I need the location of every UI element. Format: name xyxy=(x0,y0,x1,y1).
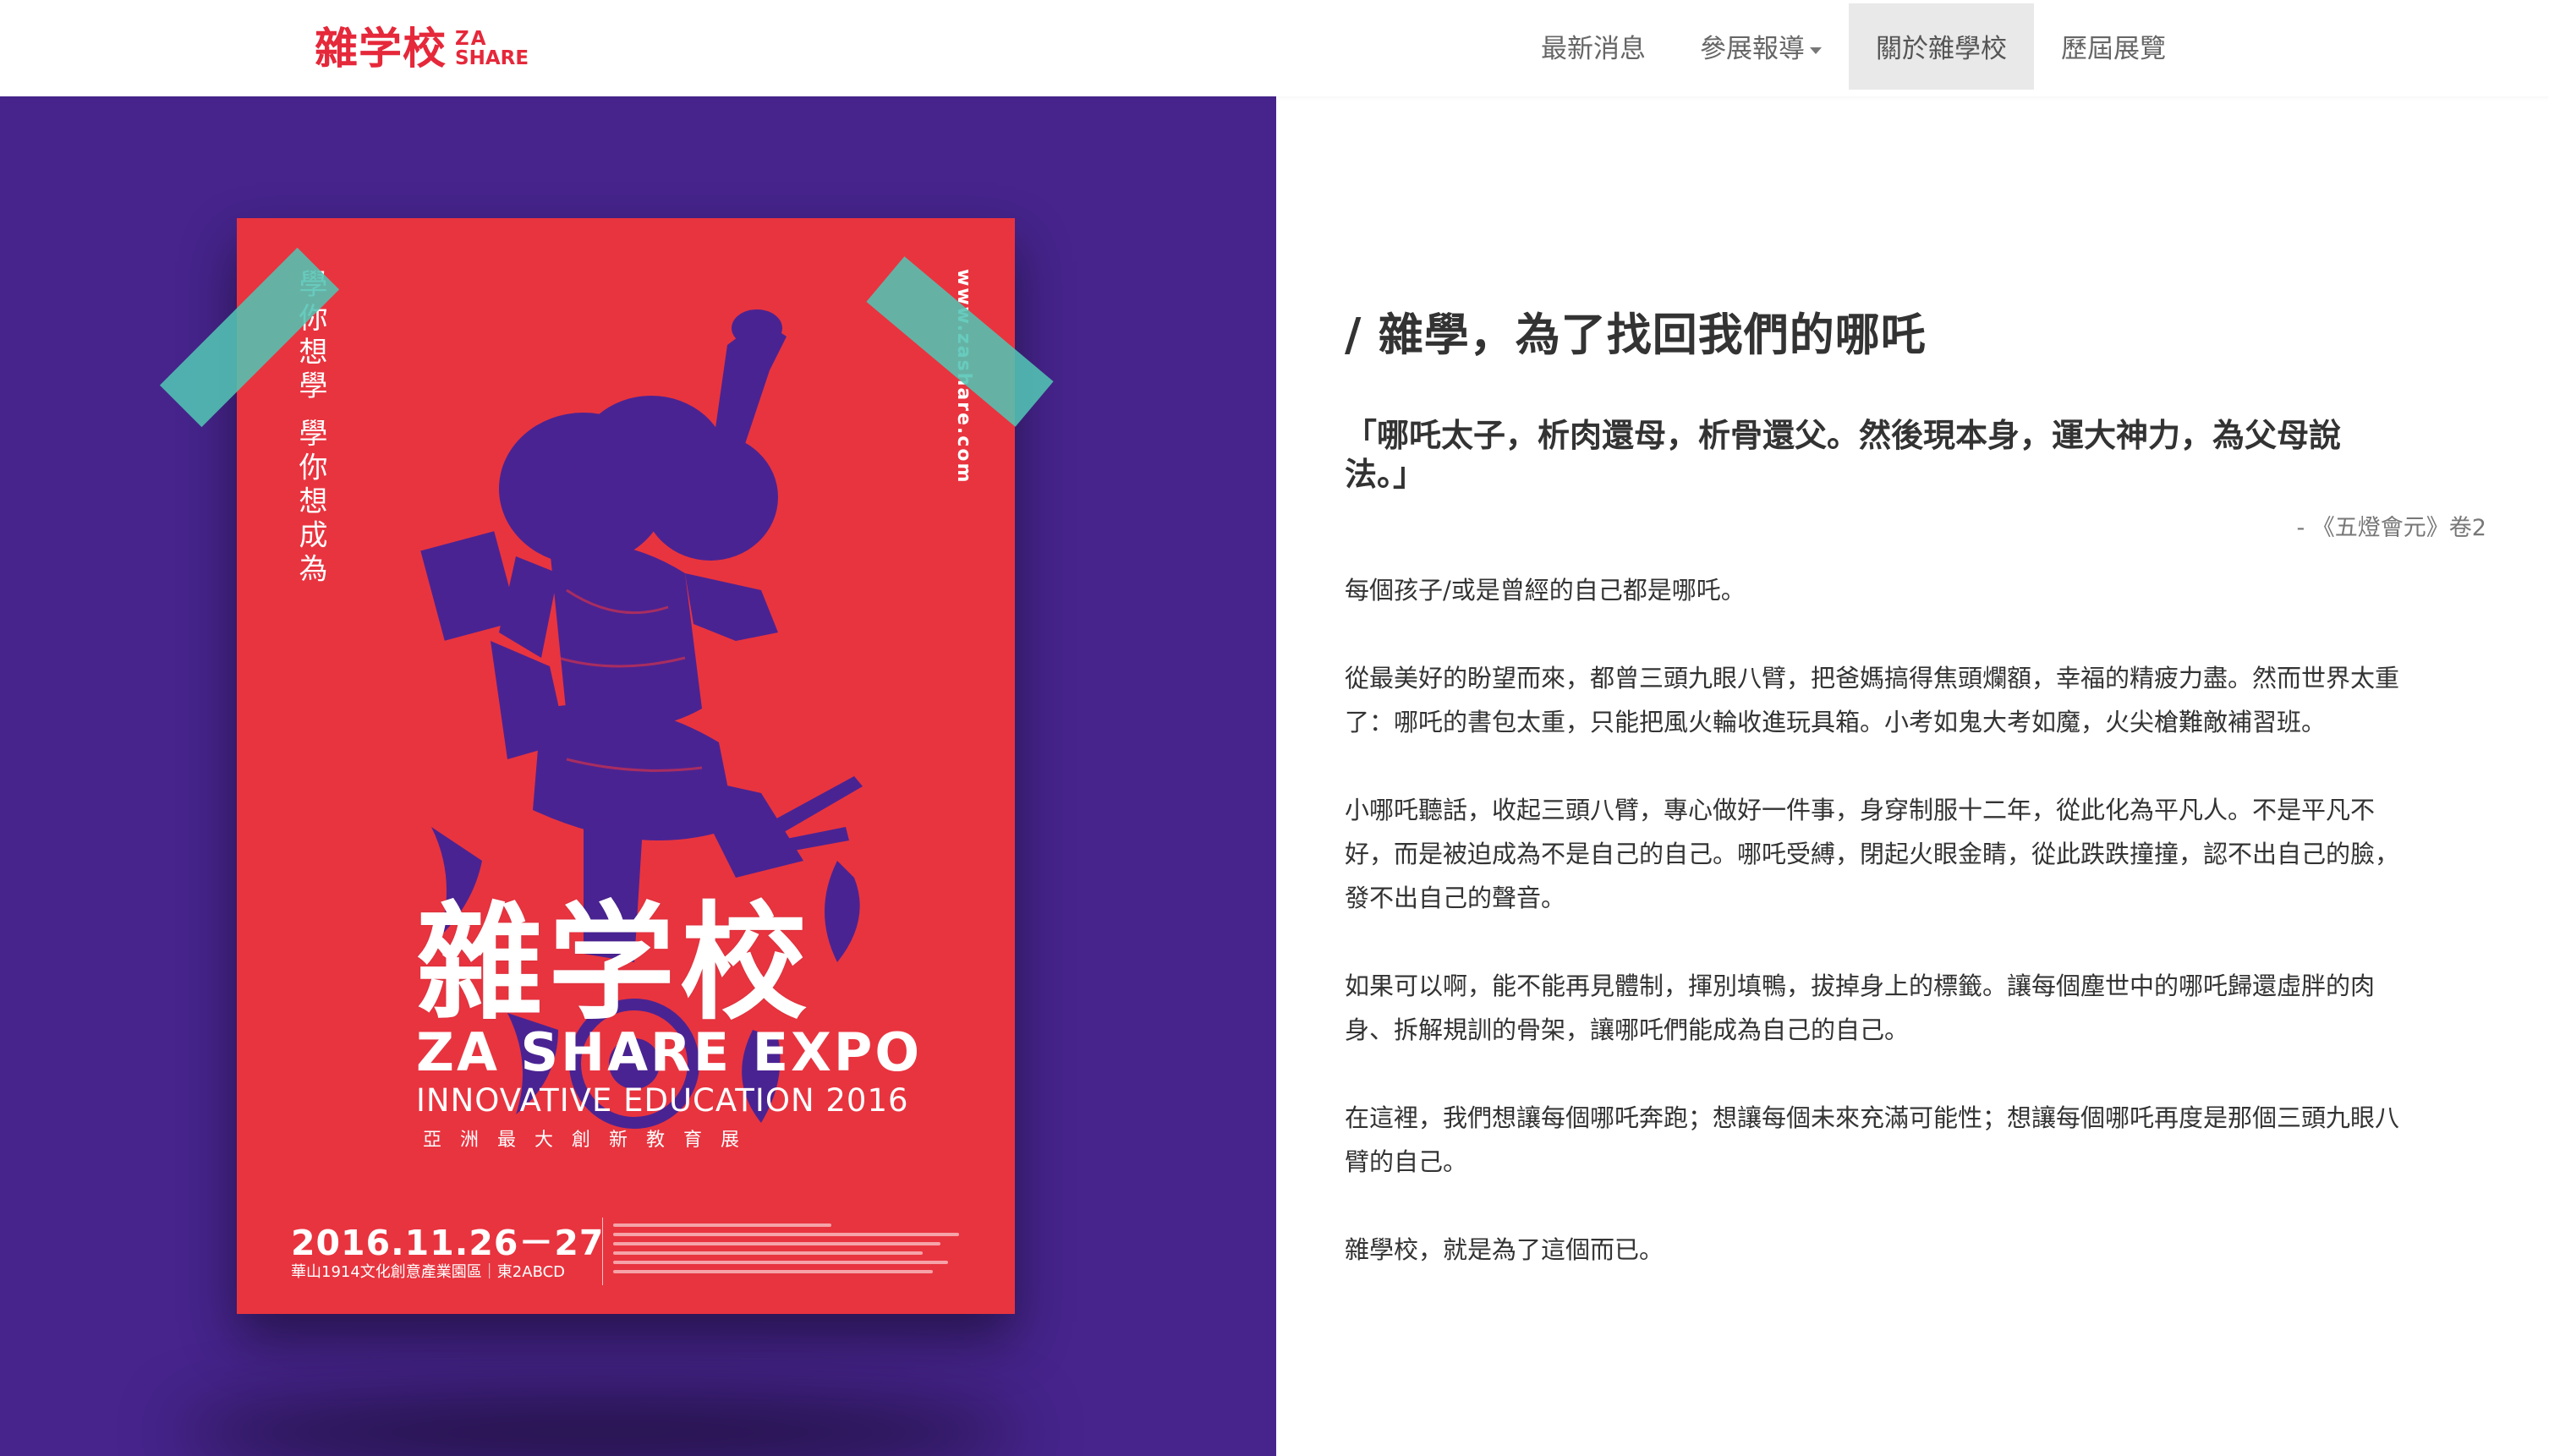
logo-english-text: ZA SHARE xyxy=(455,30,529,68)
quote-line: 法。」 xyxy=(1345,455,1426,493)
paragraph-line: 如果可以啊，能不能再見體制，揮別填鴨，拔掉身上的標籤。讓每個塵世中的哪吒歸還虛胖… xyxy=(1345,972,2376,1000)
nav-item-exhibition-reports[interactable]: 參展報導 xyxy=(1673,3,1849,90)
paragraph-line: 在這裡，我們想讓每個哪吒奔跑；想讓每個未來充滿可能性；想讓每個哪吒再度是那個三頭… xyxy=(1345,1103,2400,1132)
poster-panel: 學你想學 學你想成為 www.zashare.com xyxy=(0,96,1276,1456)
poster-edu-line: INNOVATIVE EDUCATION 2016 xyxy=(416,1082,909,1119)
paragraph-line: 發不出自己的聲音。 xyxy=(1345,884,1566,912)
paragraph-line: 小哪吒聽話，收起三頭八臂，專心做好一件事，身穿制服十二年，從此化為平凡人。不是平… xyxy=(1345,796,2376,824)
nav-label: 參展報導 xyxy=(1700,34,1805,64)
article-paragraph: 在這裡，我們想讓每個哪吒奔跑；想讓每個未來充滿可能性；想讓每個哪吒再度是那個三頭… xyxy=(1345,1096,2495,1184)
poster-fine-print xyxy=(602,1218,977,1285)
article-title: / 雜學，為了找回我們的哪吒 xyxy=(1345,309,1927,361)
top-navbar: 雜学校 ZA SHARE 最新消息 參展報導 關於雜學校 歷屆展覽 xyxy=(0,0,2549,96)
paragraph-line: 了：哪吒的書包太重，只能把風火輪收進玩具箱。小考如鬼大考如魔，火尖槍難敵補習班。 xyxy=(1345,708,2327,736)
logo-chinese-text: 雜学校 xyxy=(315,24,447,74)
poster-subtitle: 亞洲最大創新教育展 xyxy=(423,1130,759,1151)
expo-poster-image: 學你想學 學你想成為 www.zashare.com xyxy=(237,218,1015,1314)
poster-title: 雜学校 xyxy=(416,889,813,1037)
logo-za: ZA xyxy=(455,28,488,50)
paragraph-line: 每個孩子/或是曾經的自己都是哪吒。 xyxy=(1345,576,1746,605)
poster-expo-name: ZA SHARE EXPO xyxy=(416,1021,923,1083)
quote-line: 「哪吒太子，析肉還母，析骨還父。然後現本身，運大神力，為父母說 xyxy=(1345,416,2342,454)
article-paragraph: 雜學校，就是為了這個而已。 xyxy=(1345,1228,2495,1272)
poster-venue: 華山1914文化創意產業園區｜東2ABCD xyxy=(291,1263,566,1281)
logo-share: SHARE xyxy=(455,47,529,69)
article-paragraph: 小哪吒聽話，收起三頭八臂，專心做好一件事，身穿制服十二年，從此化為平凡人。不是平… xyxy=(1345,788,2495,920)
poster-date: 2016.11.26－27 xyxy=(291,1223,605,1263)
nav-label: 歷屆展覽 xyxy=(2061,34,2166,64)
article-paragraph: 每個孩子/或是曾經的自己都是哪吒。 xyxy=(1345,568,2495,612)
paragraph-line: 從最美好的盼望而來，都曾三頭九眼八臂，把爸媽搞得焦頭爛額，幸福的精疲力盡。然而世… xyxy=(1345,664,2400,692)
article-paragraph: 如果可以啊，能不能再見體制，揮別填鴨，拔掉身上的標籤。讓每個塵世中的哪吒歸還虛胖… xyxy=(1345,964,2495,1052)
article-quote: 「哪吒太子，析肉還母，析骨還父。然後現本身，運大神力，為父母說 法。」 xyxy=(1345,416,2419,494)
paragraph-line: 臂的自己。 xyxy=(1345,1147,1468,1176)
main-nav: 最新消息 參展報導 關於雜學校 歷屆展覽 xyxy=(1514,3,2193,90)
nav-item-about[interactable]: 關於雜學校 xyxy=(1849,3,2034,90)
paragraph-line: 身、拆解規訓的骨架，讓哪吒們能成為自己的自己。 xyxy=(1345,1015,1910,1044)
site-logo[interactable]: 雜学校 ZA SHARE xyxy=(315,24,529,74)
nav-item-latest-news[interactable]: 最新消息 xyxy=(1514,3,1673,90)
chevron-down-icon xyxy=(1810,47,1822,54)
paragraph-line: 雜學校，就是為了這個而已。 xyxy=(1345,1235,1664,1264)
nav-label: 關於雜學校 xyxy=(1876,34,2007,64)
quote-source: - 《五燈會元》卷2 xyxy=(2296,515,2486,541)
article-paragraph: 從最美好的盼望而來，都曾三頭九眼八臂，把爸媽搞得焦頭爛額，幸福的精疲力盡。然而世… xyxy=(1345,656,2495,744)
poster-shadow xyxy=(178,1399,1023,1456)
nav-label: 最新消息 xyxy=(1541,34,1646,64)
paragraph-line: 好，而是被迫成為不是自己的自己。哪吒受縛，閉起火眼金睛，從此跌跌撞撞，認不出自己… xyxy=(1345,840,2400,868)
nav-item-past-exhibitions[interactable]: 歷屆展覽 xyxy=(2034,3,2193,90)
